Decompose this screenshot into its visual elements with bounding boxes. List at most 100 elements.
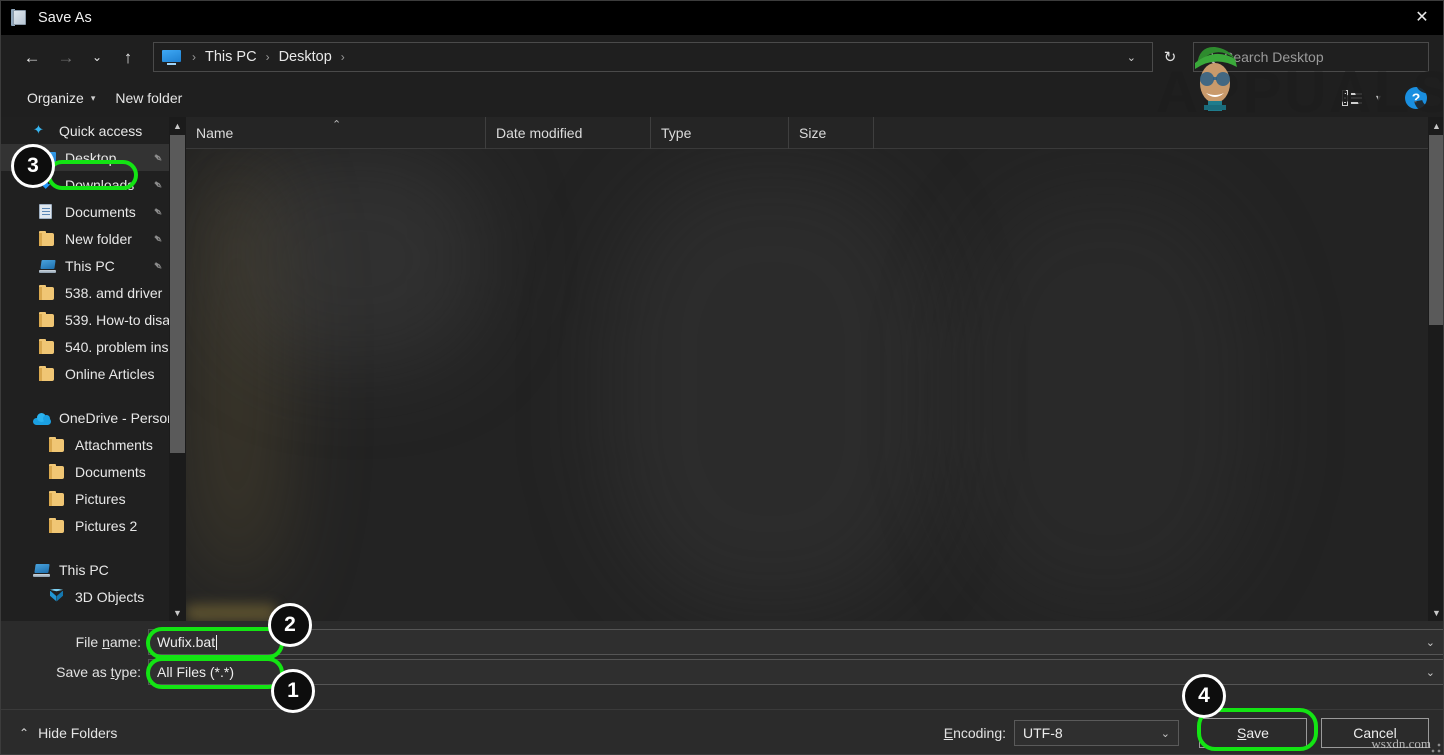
pin-icon[interactable]: ✒ <box>150 230 167 247</box>
window-title: Save As <box>38 10 92 26</box>
sidebar-item-label: Documents <box>65 203 136 220</box>
save-button[interactable]: Save <box>1199 718 1307 748</box>
file-list-pane: ⌃ Name Date modified Type Size <box>186 116 1428 621</box>
sidebar-item-this-pc[interactable]: This PC <box>1 556 169 583</box>
scroll-up-icon[interactable]: ▲ <box>169 117 186 134</box>
sidebar-item-documents[interactable]: Documents <box>1 458 169 485</box>
sidebar-item-onedrive-person[interactable]: OneDrive - Person <box>1 404 169 431</box>
breadcrumb-separator: › <box>192 50 196 64</box>
chevron-down-icon[interactable]: ▾ <box>1368 93 1389 104</box>
navigation-pane: ✦Quick accessDesktop✒⬇Downloads✒Document… <box>1 117 169 621</box>
sidebar-item-label: 538. amd driver <box>65 284 163 301</box>
save-as-dialog: Save As ✕ ← → ⌄ ↑ › This PC › Desktop › … <box>0 0 1444 755</box>
hide-folders-button[interactable]: ⌃ Hide Folders <box>19 725 117 741</box>
folder-icon <box>39 365 57 382</box>
sidebar-item-online-articles[interactable]: Online Articles <box>1 360 169 387</box>
file-name-label: File name: <box>75 634 141 650</box>
save-as-type-select[interactable]: All Files (*.*) ⌄ <box>148 659 1443 685</box>
folder-icon <box>39 230 57 247</box>
this-pc-icon <box>39 258 57 274</box>
site-watermark: wsxdn.com <box>1371 736 1431 751</box>
scroll-down-icon[interactable]: ▼ <box>169 604 186 621</box>
breadcrumb[interactable]: › This PC › Desktop › ⌄ <box>153 42 1153 72</box>
dialog-body: ✦Quick accessDesktop✒⬇Downloads✒Document… <box>1 116 1443 621</box>
sidebar-item-pictures[interactable]: Pictures <box>1 485 169 512</box>
sidebar-item-quick-access[interactable]: ✦ Quick access <box>1 117 169 144</box>
sidebar-item-540-problem-ins[interactable]: 540. problem ins <box>1 333 169 360</box>
sidebar-item-label: New folder <box>65 230 132 247</box>
file-list-canvas[interactable] <box>186 149 1428 621</box>
encoding-label: Encoding: <box>943 725 1006 741</box>
close-icon[interactable]: ✕ <box>1399 1 1443 35</box>
sidebar-scroll-thumb[interactable] <box>170 135 185 453</box>
sidebar-scrollbar[interactable]: ▲ ▼ <box>169 117 186 621</box>
sidebar-item-documents[interactable]: Documents ✒ <box>1 198 169 225</box>
title-bar: Save As ✕ <box>1 1 1443 35</box>
sidebar-item-539-how-to-disa[interactable]: 539. How-to disa <box>1 306 169 333</box>
pin-icon[interactable]: ✒ <box>150 257 167 274</box>
sidebar-item-label: Documents <box>75 463 146 480</box>
resize-grip[interactable] <box>1431 743 1441 753</box>
organize-button[interactable]: Organize ▾ <box>17 90 105 106</box>
encoding-select[interactable]: UTF-8 ⌄ <box>1014 720 1179 746</box>
chevron-down-icon[interactable]: ⌄ <box>1161 727 1170 740</box>
pin-icon[interactable]: ✒ <box>150 149 167 166</box>
scroll-down-icon[interactable]: ▼ <box>1428 604 1443 621</box>
file-name-input[interactable]: Wufix.bat ⌄ <box>148 629 1443 655</box>
breadcrumb-item-desktop[interactable]: Desktop <box>277 49 334 65</box>
sidebar-item-attachments[interactable]: Attachments <box>1 431 169 458</box>
sidebar-item-3d-objects[interactable]: 3D Objects <box>1 583 169 610</box>
navigation-bar: ← → ⌄ ↑ › This PC › Desktop › ⌄ ↻ Search… <box>1 35 1443 79</box>
file-list-scrollbar[interactable]: ▲ ▼ <box>1428 117 1443 621</box>
pin-icon[interactable]: ✒ <box>150 176 167 193</box>
back-button[interactable]: ← <box>15 42 49 72</box>
file-list-scroll-thumb[interactable] <box>1429 135 1443 325</box>
search-icon <box>1202 49 1217 65</box>
dialog-footer: ⌃ Hide Folders Encoding: UTF-8 ⌄ Save Ca… <box>1 709 1443 754</box>
organize-label: Organize <box>27 90 84 106</box>
column-header-label: Date modified <box>496 124 583 141</box>
new-folder-button[interactable]: New folder <box>105 90 192 106</box>
sidebar-item-label: Attachments <box>75 436 153 453</box>
column-header-type[interactable]: Type <box>651 116 789 149</box>
view-layout-icon[interactable] <box>1341 89 1364 107</box>
folder-icon <box>49 517 67 534</box>
step-badge-1: 1 <box>271 669 315 713</box>
chevron-down-icon: ▾ <box>90 92 96 103</box>
chevron-down-icon[interactable]: ⌄ <box>1426 666 1435 679</box>
sidebar-item-new-folder[interactable]: New folder ✒ <box>1 225 169 252</box>
sidebar-item-label: Quick access <box>59 122 143 139</box>
column-header-date-modified[interactable]: Date modified <box>486 116 651 149</box>
command-toolbar: Organize ▾ New folder ▾ ? <box>1 79 1443 117</box>
notepad-icon <box>11 9 29 27</box>
refresh-icon[interactable]: ↻ <box>1153 42 1187 72</box>
up-button[interactable]: ↑ <box>111 42 145 72</box>
scroll-up-icon[interactable]: ▲ <box>1428 117 1443 134</box>
search-box[interactable]: Search Desktop <box>1193 42 1429 72</box>
forward-button[interactable]: → <box>49 42 83 72</box>
text-cursor <box>216 634 218 650</box>
column-header-label: Name <box>196 124 234 141</box>
pin-icon[interactable]: ✒ <box>150 203 167 220</box>
document-icon <box>39 203 57 220</box>
folder-icon <box>49 463 67 480</box>
chevron-down-icon[interactable]: ⌄ <box>1426 636 1435 649</box>
folder-icon <box>39 338 57 355</box>
breadcrumb-separator: › <box>340 50 345 64</box>
column-header-label: Size <box>799 124 827 141</box>
column-header-name[interactable]: ⌃ Name <box>186 116 486 149</box>
folder-icon <box>49 490 67 507</box>
breadcrumb-item-this-pc[interactable]: This PC <box>203 49 259 65</box>
sidebar-item-label: Desktop <box>65 149 117 166</box>
column-header-size[interactable]: Size <box>789 116 874 149</box>
sidebar-item-this-pc[interactable]: This PC ✒ <box>1 252 169 279</box>
sidebar-item-pictures-2[interactable]: Pictures 2 <box>1 512 169 539</box>
help-icon[interactable]: ? <box>1405 87 1427 109</box>
sidebar-item-538-amd-driver[interactable]: 538. amd driver <box>1 279 169 306</box>
breadcrumb-dropdown-icon[interactable]: ⌄ <box>1117 51 1146 64</box>
sidebar-item-label: Pictures <box>75 490 126 507</box>
recent-locations-button[interactable]: ⌄ <box>83 42 111 72</box>
search-input[interactable]: Search Desktop <box>1224 49 1324 65</box>
